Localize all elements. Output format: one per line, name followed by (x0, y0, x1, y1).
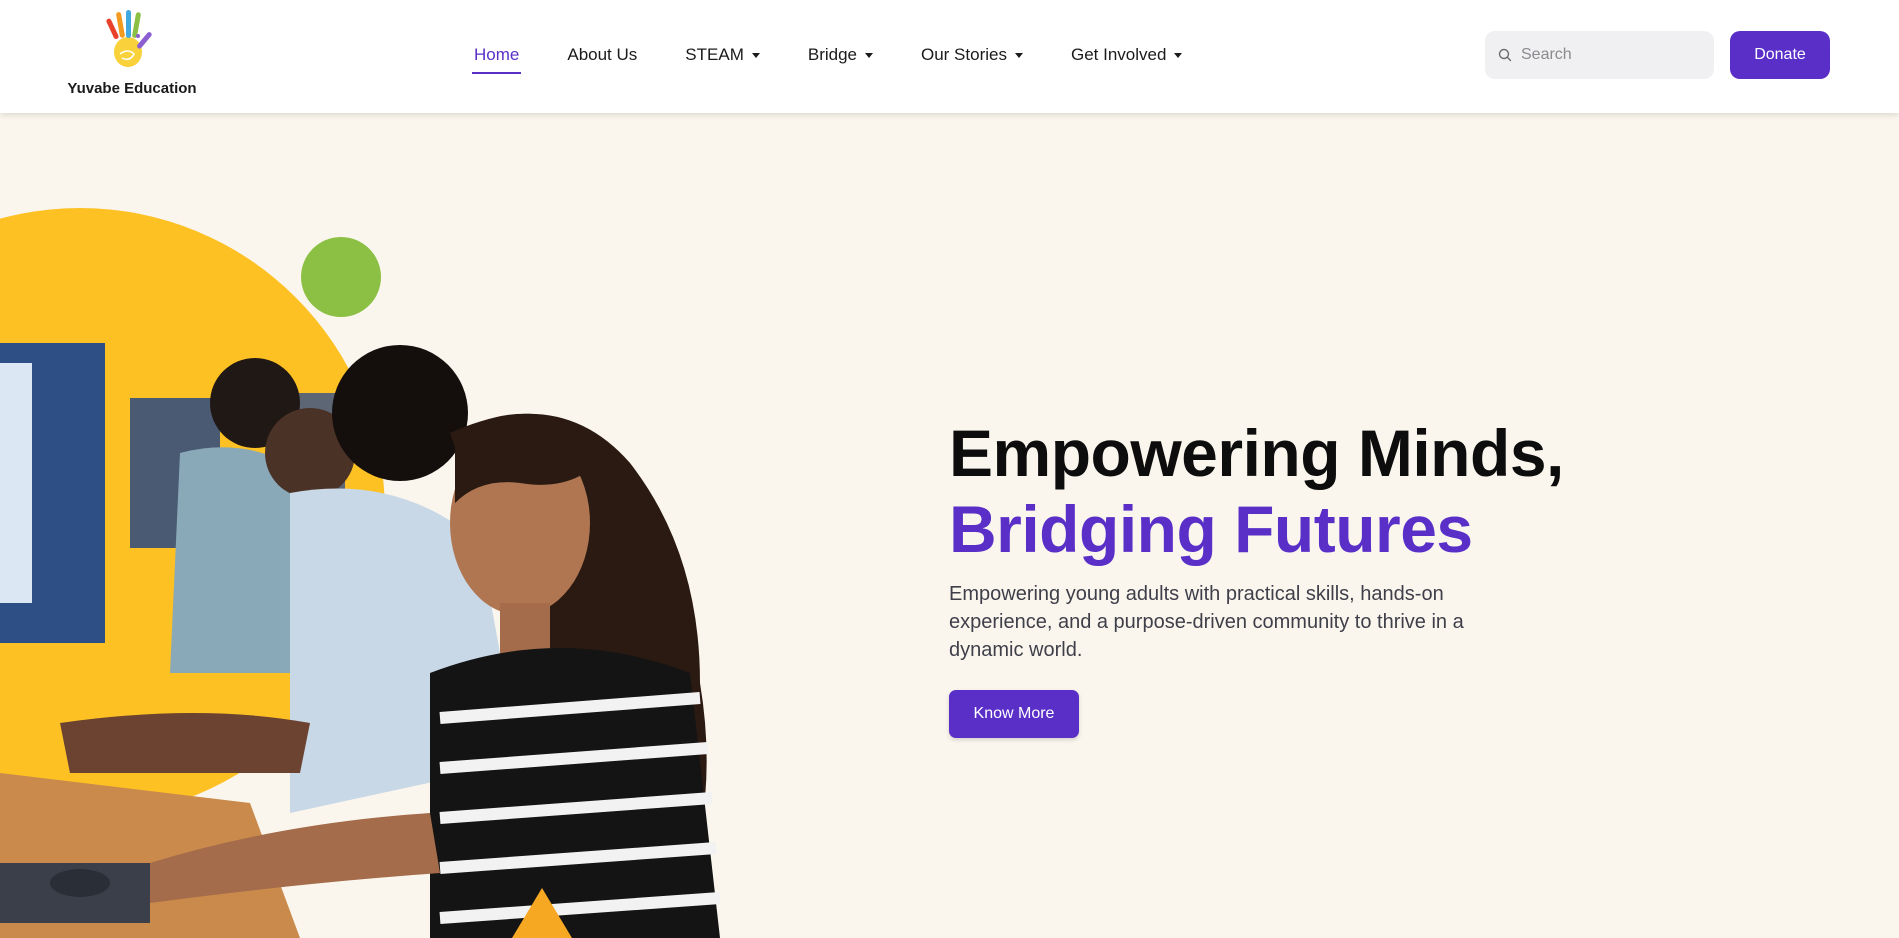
hand-logo-icon (106, 10, 152, 67)
nav-item-label: Home (474, 45, 520, 64)
brand-name: Yuvabe Education (67, 80, 197, 97)
donate-button[interactable]: Donate (1730, 31, 1830, 79)
caret-down-icon (1014, 52, 1023, 58)
search-input[interactable] (1521, 46, 1701, 64)
nav-item-label: Bridge (807, 45, 857, 64)
decorative-green-circle (301, 237, 381, 317)
hero-subtitle: Empowering young adults with practical s… (949, 583, 1464, 661)
hero-title-line2: Bridging Futures (949, 492, 1473, 566)
nav-item-our-stories[interactable]: Our Stories (917, 32, 1027, 78)
nav-item-steam[interactable]: STEAM (681, 32, 764, 78)
know-more-button[interactable]: Know More (949, 690, 1079, 738)
nav-item-about-us[interactable]: About Us (563, 32, 641, 78)
search-box[interactable] (1485, 31, 1714, 79)
site-header: Yuvabe Education Home About Us STEAM Bri… (0, 0, 1899, 113)
nav-item-label: STEAM (685, 45, 744, 64)
main-nav: Home About Us STEAM Bridge Our Stories G… (470, 30, 1226, 80)
decorative-orange-triangle (512, 888, 572, 938)
nav-item-label: Our Stories (921, 45, 1007, 64)
hero-illustration (0, 113, 760, 938)
nav-item-bridge[interactable]: Bridge (804, 32, 877, 78)
nav-item-home[interactable]: Home (470, 32, 523, 78)
brand-logo[interactable]: Yuvabe Education (62, 8, 202, 100)
nav-item-label: About Us (567, 45, 638, 64)
hero-photo (0, 343, 721, 938)
caret-down-icon (865, 52, 873, 58)
caret-down-icon (1174, 52, 1183, 58)
caret-down-icon (751, 52, 760, 58)
hero-title: Empowering Minds, Bridging Futures (949, 415, 1649, 567)
search-icon (1498, 48, 1512, 62)
nav-item-label: Get Involved (1070, 45, 1167, 64)
hero-title-line1: Empowering Minds, (949, 416, 1564, 490)
nav-item-get-involved[interactable]: Get Involved (1067, 32, 1186, 78)
